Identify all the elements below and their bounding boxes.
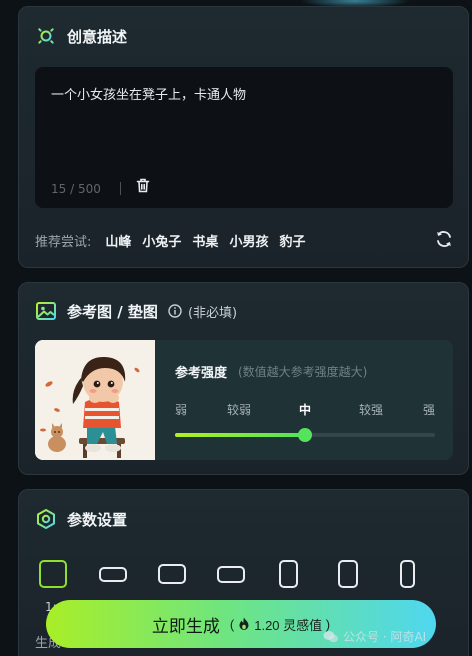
suggestions-row: 推荐尝试: 山峰 小兔子 书桌 小男孩 豹子: [35, 231, 316, 250]
refresh-icon[interactable]: [434, 229, 454, 249]
ratio-options: [19, 560, 470, 590]
optional-label: (非必填): [187, 305, 238, 321]
generate-cost: ( 1.20 灵感值 ): [229, 616, 331, 633]
strength-note: (数值越大参考强度越大): [238, 365, 368, 379]
suggestions-label: 推荐尝试:: [35, 235, 92, 250]
ratio-option-tall-2[interactable]: [338, 560, 358, 588]
strength-level-strong[interactable]: 强: [423, 401, 435, 418]
params-card-title: 参数设置: [35, 508, 127, 530]
prompt-card: 创意描述 一个小女孩坐在凳子上，卡通人物 15 / 500 推荐尝试: 山峰 小…: [18, 6, 469, 268]
watermark: 公众号 · 阿奇AI: [323, 628, 426, 645]
reference-image[interactable]: [35, 340, 155, 460]
suggestion-chip[interactable]: 书桌: [192, 231, 218, 250]
sun-icon: [35, 25, 57, 47]
image-icon: [35, 300, 57, 322]
reference-panel: 参考强度 (数值越大参考强度越大) 弱 较弱 中 较强 强: [35, 340, 453, 460]
ratio-option-wide-3[interactable]: [217, 566, 245, 583]
suggestion-chip[interactable]: 小兔子: [142, 231, 181, 250]
counter-divider: [120, 182, 121, 195]
prompt-title-text: 创意描述: [67, 27, 128, 46]
prompt-textarea[interactable]: 一个小女孩坐在凳子上，卡通人物 15 / 500: [35, 67, 453, 208]
ratio-option-wide-1[interactable]: [99, 567, 127, 582]
reference-card: 参考图 / 垫图 (非必填) 参考强度 (数值越大参考强度越大) 弱 较弱 中 …: [18, 282, 469, 475]
strength-slider-fill: [175, 433, 305, 437]
cost-value: 1.20 灵感值: [254, 617, 323, 633]
strength-slider[interactable]: [175, 428, 435, 442]
generate-label: 立即生成: [151, 616, 220, 636]
flame-icon: [238, 617, 250, 631]
char-counter: 15 / 500: [51, 182, 101, 196]
strength-level-medium[interactable]: 中: [299, 401, 311, 418]
strength-level-weaker[interactable]: 较弱: [227, 401, 251, 418]
trash-icon[interactable]: [136, 178, 150, 193]
suggestion-chip[interactable]: 豹子: [279, 231, 305, 250]
suggestion-chip[interactable]: 小男孩: [229, 231, 268, 250]
strength-slider-handle[interactable]: [298, 428, 312, 442]
strength-level-stronger[interactable]: 较强: [359, 401, 383, 418]
reference-card-title: 参考图 / 垫图 (非必填): [35, 300, 237, 322]
watermark-text: 公众号 · 阿奇AI: [343, 630, 427, 644]
prompt-card-title: 创意描述: [35, 25, 127, 47]
ratio-option-tall-1[interactable]: [279, 560, 298, 588]
wechat-icon: [323, 630, 339, 644]
reference-title-text: 参考图 / 垫图: [67, 302, 158, 321]
strength-title: 参考强度: [175, 366, 228, 381]
strength-level-weak[interactable]: 弱: [175, 401, 187, 418]
ratio-option-tall-3[interactable]: [400, 560, 415, 588]
info-icon[interactable]: [168, 304, 182, 318]
ratio-option-square[interactable]: [39, 560, 67, 588]
suggestion-chip[interactable]: 山峰: [105, 231, 131, 250]
hexagon-settings-icon: [35, 508, 57, 530]
prompt-text-value[interactable]: 一个小女孩坐在凳子上，卡通人物: [51, 84, 246, 103]
ratio-option-wide-2[interactable]: [158, 564, 186, 584]
params-title-text: 参数设置: [67, 510, 128, 529]
